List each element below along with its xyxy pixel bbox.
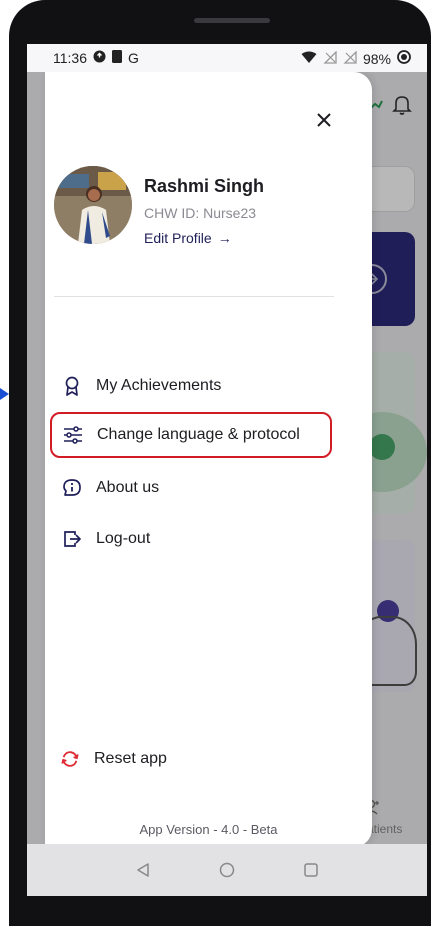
menu-item-label: About us [96,479,160,496]
signal-icon [323,49,337,67]
home-icon [219,862,235,878]
screenshot-stage: 11:36 G 98% l Patients Rashmi Singh CHW … [0,0,431,926]
sliders-icon [63,425,83,445]
phone-bottom-bezel [9,896,431,926]
award-icon [62,376,82,396]
status-app-letter: G [128,50,139,66]
close-button[interactable] [309,105,339,135]
close-icon [317,113,331,127]
battery-icon [397,50,411,67]
arrow-right-icon: → [217,230,232,246]
menu-item-achievements[interactable]: My Achievements [54,366,334,406]
back-icon [137,863,149,877]
refresh-icon [60,749,80,769]
signal-icon-2 [343,49,357,67]
menu-item-label: Change language & protocol [97,426,300,443]
logout-icon [62,529,82,549]
edit-profile-label: Edit Profile [144,230,212,246]
reset-app-button[interactable]: Reset app [60,749,167,769]
status-bar: 11:36 G 98% [27,44,427,72]
recents-icon [304,863,318,877]
profile-photo [54,166,132,244]
sim-card-icon [112,50,122,66]
edit-profile-link[interactable]: Edit Profile → [144,230,232,246]
app-version: App Version - 4.0 - Beta [139,822,278,837]
status-time: 11:36 [53,50,87,66]
status-left: 11:36 G [53,50,139,66]
reset-app-label: Reset app [94,750,167,767]
data-saver-icon [93,50,106,66]
status-right: 98% [301,49,411,67]
profile-chw-id: CHW ID: Nurse23 [144,205,257,221]
menu-item-logout[interactable]: Log-out [54,519,334,559]
wifi-icon [301,51,317,67]
profile-divider [54,296,334,297]
phone-screen: 11:36 G 98% l Patients Rashmi Singh CHW … [27,44,427,896]
info-icon [62,478,82,498]
menu-item-label: My Achievements [96,377,222,394]
battery-percent: 98% [362,50,391,67]
pointer-arrow [0,388,9,400]
system-nav-bar [27,844,427,896]
menu-item-change-language[interactable]: Change language & protocol [50,412,332,458]
menu-item-about-us[interactable]: About us [54,468,334,508]
recents-button[interactable] [299,858,323,882]
menu-item-label: Log-out [96,530,151,547]
navigation-drawer: Rashmi Singh CHW ID: Nurse23 Edit Profil… [45,72,372,847]
avatar [54,166,132,244]
phone-frame: 11:36 G 98% l Patients Rashmi Singh CHW … [9,0,431,926]
profile-name: Rashmi Singh [144,176,265,196]
phone-speaker [194,18,270,23]
back-button[interactable] [131,858,155,882]
home-button[interactable] [215,858,239,882]
